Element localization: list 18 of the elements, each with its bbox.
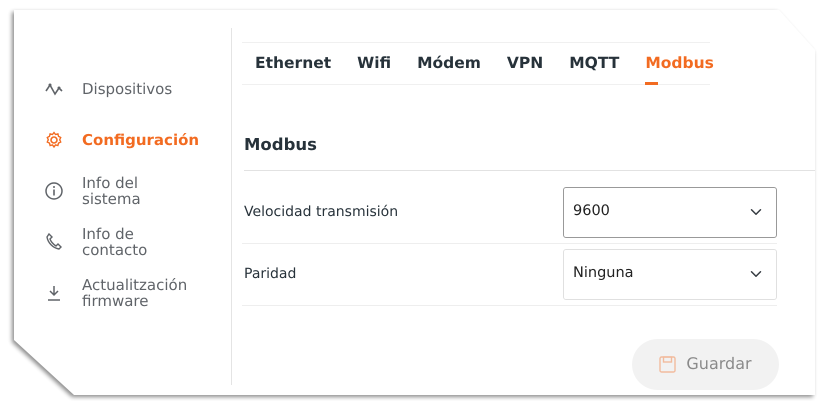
save-icon [659, 356, 676, 373]
tab[interactable]: MQTT [556, 43, 632, 84]
select-field[interactable]: 9600 [563, 186, 777, 238]
tab[interactable]: Ethernet [242, 43, 344, 84]
gear-icon [44, 130, 64, 150]
tab[interactable]: Módem [404, 43, 494, 84]
tab[interactable]: VPN [494, 43, 556, 84]
section-title: Modbus [244, 133, 815, 171]
sidebar-item[interactable]: Info del sistema [44, 174, 231, 208]
sidebar-item[interactable]: Actualitzación firmware [44, 276, 231, 310]
tab[interactable]: Wifi [344, 43, 404, 84]
phone-icon [44, 232, 64, 252]
field-label: Velocidad transmisión [244, 202, 398, 222]
sidebar-item[interactable]: Info de contacto [44, 225, 231, 259]
sidebar-item[interactable]: Dispositivos [44, 72, 231, 106]
field-label: Paridad [244, 264, 296, 284]
select-field[interactable]: Ninguna [563, 248, 777, 300]
info-icon [44, 181, 64, 201]
